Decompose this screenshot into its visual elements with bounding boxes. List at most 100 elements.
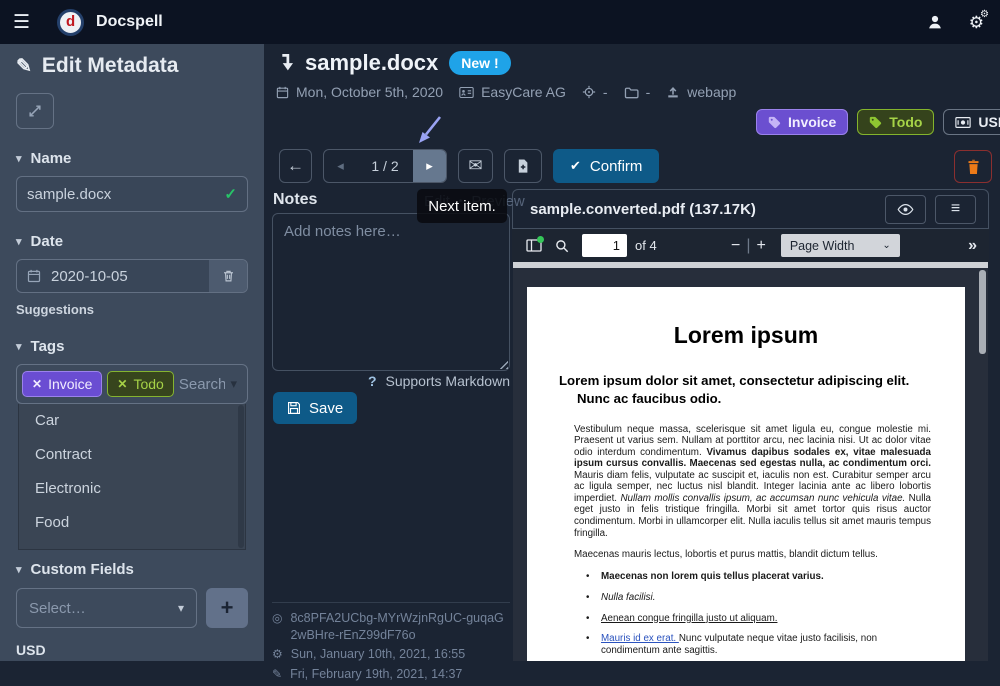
tag-option[interactable]: Car (19, 404, 245, 438)
tag-chip-invoice[interactable]: ✕ Invoice (22, 371, 102, 397)
docspell-logo: d (57, 9, 84, 36)
bullet-item: •Aenean congue fringilla justo ut aliqua… (574, 613, 933, 625)
tag-option[interactable]: Food (19, 506, 245, 540)
check-icon: ✓ (224, 185, 237, 203)
markdown-hint: ? Supports Markdown (272, 373, 510, 389)
pdf-doc-bullets: •Maecenas non lorem quis tellus placerat… (559, 571, 933, 661)
zoom-in-button[interactable]: + (750, 237, 771, 255)
preview-eye-button[interactable] (885, 195, 926, 224)
tag-badge-todo[interactable]: Todo (857, 109, 934, 135)
zoom-out-button[interactable]: − (725, 237, 746, 255)
item-id: 8c8PFA2UCbg-MYrWzjnRgUC-guqaG2wBHre-rEnZ… (290, 610, 510, 643)
section-header-tags[interactable]: ▾ Tags (16, 338, 248, 355)
tags-multiselect[interactable]: ✕ Invoice ✕ Todo ▾ (16, 364, 248, 404)
section-header-date[interactable]: ▾ Date (16, 233, 248, 250)
zoom-select[interactable]: Page Width ⌄ (781, 234, 900, 257)
add-file-button[interactable] (504, 149, 542, 183)
amount-currency: USD (978, 114, 1000, 130)
suggestions-label: Suggestions (16, 302, 248, 317)
crosshair-icon (582, 85, 596, 99)
bullet-item: •Mauris id ex erat. Nunc vulputate neque… (574, 633, 933, 657)
check-icon: ✔ (570, 158, 581, 174)
toolbar-more-button[interactable]: » (968, 237, 977, 255)
add-custom-field-button[interactable]: + (206, 588, 248, 628)
settings-gears-icon[interactable]: ⚙ ⚙ (969, 14, 984, 31)
concerning-value: - (603, 84, 608, 100)
next-item-tooltip: Next item. (417, 189, 507, 223)
header-tags-row: Invoice Todo USD 14.99 (756, 109, 1000, 135)
tag-chip-todo[interactable]: ✕ Todo (107, 371, 173, 397)
pencil-icon: ✎ (16, 55, 32, 78)
pdf-doc-paragraph: Vestibulum neque massa, scelerisque sit … (559, 424, 933, 539)
close-icon[interactable]: ✕ (117, 377, 127, 391)
pdf-viewer: Lorem ipsum Lorem ipsum dolor sit amet, … (513, 262, 988, 661)
section-header-name[interactable]: ▾ Name (16, 150, 248, 167)
tag-option[interactable]: Electronic (19, 472, 245, 506)
tag-option[interactable]: Important (19, 540, 245, 550)
question-icon: ? (368, 373, 377, 389)
new-badge[interactable]: New ! (449, 51, 510, 75)
notification-dot (537, 236, 544, 243)
tag-options-dropdown: Car Contract Electronic Food Important (18, 404, 246, 550)
name-input[interactable] (17, 177, 224, 211)
tag-icon (768, 116, 781, 129)
date-field (16, 259, 248, 293)
amount-badge[interactable]: USD 14.99 (943, 109, 1000, 135)
pdf-sidebar-toggle[interactable] (526, 239, 542, 252)
expand-sidebar-button[interactable] (16, 93, 54, 129)
upload-icon (666, 85, 680, 99)
dropdown-scrollbar[interactable] (238, 405, 244, 548)
pdf-search-icon[interactable] (555, 239, 569, 253)
trash-icon (966, 159, 981, 175)
eye-icon (897, 203, 914, 216)
updated-date: Fri, February 19th, 2021, 14:37 (290, 666, 462, 683)
item-down-arrow-icon (279, 53, 294, 74)
caret-down-icon: ▾ (16, 563, 22, 576)
usd-field-label: USD (16, 642, 248, 658)
confirm-button[interactable]: ✔ Confirm (553, 149, 659, 183)
address-card-icon (459, 86, 474, 99)
bullet-item: •Nulla facilisi. (574, 592, 933, 604)
file-plus-icon (516, 158, 530, 174)
item-position-indicator: 1 / 2 (357, 150, 413, 182)
source-value: webapp (687, 84, 736, 100)
sidebar-title: ✎ Edit Metadata (16, 54, 248, 78)
pdf-attachment-header: sample.converted.pdf (137.17K) ≡ (512, 189, 989, 229)
notes-textarea[interactable] (272, 213, 510, 371)
pdf-page-total: of 4 (635, 238, 657, 253)
pdf-scrollbar-thumb[interactable] (979, 270, 986, 354)
send-mail-button[interactable]: ✉ (458, 149, 493, 183)
user-icon[interactable] (927, 14, 943, 30)
date-input[interactable] (41, 260, 209, 292)
delete-item-button[interactable] (954, 150, 992, 183)
custom-field-select[interactable]: Select… ▾ (16, 588, 197, 628)
clear-date-button[interactable] (209, 260, 247, 292)
back-button[interactable]: ← (279, 149, 312, 183)
tag-search-input[interactable] (179, 376, 226, 393)
pdf-doc-intro: Lorem ipsum dolor sit amet, consectetur … (559, 372, 933, 408)
menu-icon[interactable]: ☰ (13, 11, 30, 34)
section-header-custom-fields[interactable]: ▾ Custom Fields (16, 561, 248, 578)
item-footer-meta: ◎ 8c8PFA2UCbg-MYrWzjnRgUC-guqaG2wBHre-rE… (272, 602, 510, 686)
caret-down-icon: ▾ (230, 376, 237, 392)
close-icon[interactable]: ✕ (32, 377, 42, 391)
target-icon: ◎ (272, 611, 282, 627)
pdf-loading-bar (513, 262, 988, 268)
save-notes-button[interactable]: Save (273, 392, 357, 424)
attachment-menu-button[interactable]: ≡ (935, 195, 976, 224)
pdfjs-toolbar: of 4 − | + Page Width ⌄ » (512, 229, 989, 262)
list-icon: ≡ (951, 200, 960, 218)
tag-icon (869, 116, 882, 129)
pencil-icon: ✎ (272, 667, 282, 683)
chevron-down-icon: ▾ (178, 601, 184, 615)
prev-item-button[interactable]: ◂ (324, 150, 357, 182)
pdf-page-input[interactable] (582, 234, 627, 257)
floppy-disk-icon (287, 401, 301, 415)
tag-badge-invoice[interactable]: Invoice (756, 109, 848, 135)
pdf-doc-link[interactable]: Mauris id ex erat. (601, 633, 679, 644)
folder-icon (624, 86, 639, 99)
next-item-button[interactable]: ▸ (413, 150, 446, 182)
expand-arrows-icon (28, 104, 42, 118)
tag-option[interactable]: Contract (19, 438, 245, 472)
cursor-arrow-annotation (414, 113, 444, 149)
